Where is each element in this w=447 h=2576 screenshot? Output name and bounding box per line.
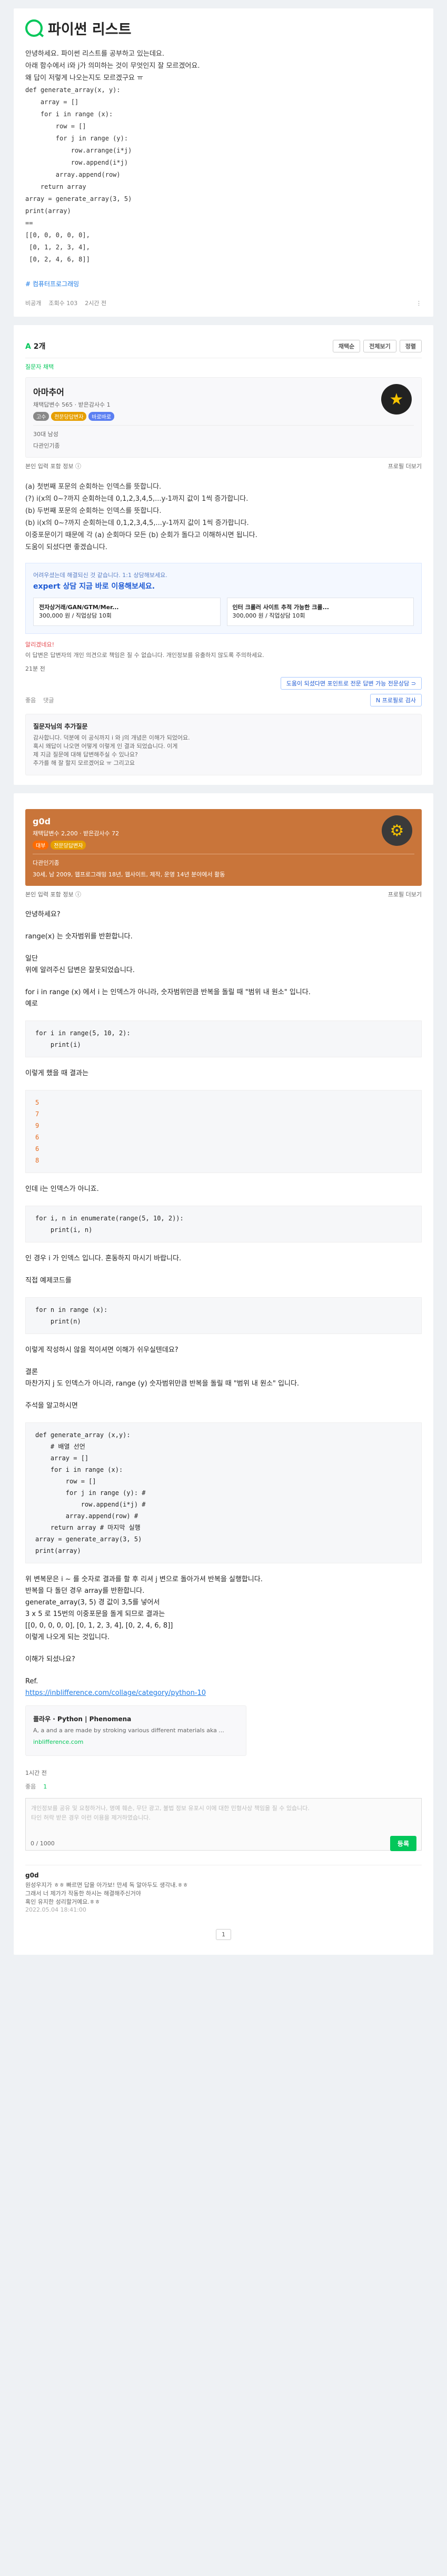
code-block-3: for n in range (x): print(n)	[25, 1297, 422, 1334]
ans2-profile: g0d 채택답변수 2,200 · 받은감사수 72 대부 전문당답변자 다관인…	[25, 809, 422, 886]
ans1-avatar[interactable]: ★	[381, 384, 412, 415]
ref-link[interactable]: https://inblifference.com/collage/catego…	[25, 1688, 422, 1699]
question-q-icon	[25, 19, 43, 37]
code-block-1: for i in range(5, 10, 2): print(i)	[25, 1021, 422, 1057]
ans1-stats: 채택답변수 565 · 받은감사수 1	[33, 401, 111, 408]
followup: 질문자님의 추가질문 감사합니다. 덕분에 이 공식까지 i 와 j의 개념은 …	[25, 714, 422, 775]
question-meta: 비공개 조회수 103 2시간 전 ⋮	[25, 299, 422, 307]
ans1-body: (a) 첫번째 포문의 순회하는 인덱스를 뜻합니다. (?) i(x의 0~?까…	[25, 481, 422, 553]
question-line: 아래 함수에서 i와 j가 의미하는 것이 무엇인지 잘 모르겠어요.	[25, 62, 200, 70]
code-block-4: def generate_array (x,y): # 배열 선언 array …	[25, 1422, 422, 1563]
question-line: for j in range (y):	[25, 135, 128, 142]
question-tag[interactable]: # 컴퓨터프로그래밍	[25, 279, 422, 288]
like-button[interactable]: 좋음	[25, 696, 36, 704]
submit-button[interactable]: 등록	[390, 1836, 416, 1851]
warn-text: 알리겠네요!	[25, 641, 55, 648]
question-line: print(array)	[25, 207, 71, 215]
answers-section: A 2개 채택순 전체보기 정렬 질문자 채택 아마추어 채택답변수 565 ·…	[14, 325, 433, 785]
answer-line: 도움이 되셨다면 좋겠습니다.	[25, 543, 107, 551]
question-line: row.append(i*j)	[25, 159, 128, 166]
time: 2시간 전	[85, 300, 107, 307]
question-title: 파이썬 리스트	[25, 18, 422, 38]
ref-card[interactable]: 플라우 · Python | Phenomena A, a and a are …	[25, 1705, 246, 1756]
question-line: array = generate_array(3, 5)	[25, 195, 132, 203]
ans1-info-1: 다관인기종	[33, 442, 60, 449]
expert-ad[interactable]: 어려우셨는데 해결되신 것 같습니다. 1:1 상담해보세요. expert 상…	[25, 563, 422, 634]
question-body: 안녕하세요. 파이썬 리스트를 공부하고 있는데요. 아래 함수에서 i와 j가 …	[25, 48, 422, 266]
question-line: [0, 1, 2, 3, 4],	[25, 244, 90, 251]
question-line: return array	[25, 183, 86, 190]
answer-line: (b) 두번째 포문의 순회하는 인덱스를 뜻합니다.	[25, 507, 162, 515]
like-button[interactable]: 좋음	[25, 1782, 36, 1791]
question-line: 왜 답이 저렇게 나오는지도 모르겠구요 ㅠ	[25, 74, 143, 82]
ans1-name[interactable]: 아마추어	[33, 385, 414, 398]
question-line: ==	[25, 219, 33, 227]
question-card: 파이썬 리스트 안녕하세요. 파이썬 리스트를 공부하고 있는데요. 아래 함수에…	[14, 8, 433, 317]
page-button[interactable]: 1	[216, 1929, 231, 1940]
ad-card-2[interactable]: 인터 크롤러 사이트 추적 가능한 크롤... 300,000 원 / 직업상담 …	[226, 598, 414, 626]
question-line: [0, 2, 4, 6, 8]]	[25, 256, 90, 263]
ans1-tags: 고수 전문당답변자 바로바로	[33, 412, 414, 421]
ans2-avatar[interactable]: ⚙	[382, 815, 412, 846]
answer2: g0d 채택답변수 2,200 · 받은감사수 72 대부 전문당답변자 다관인…	[14, 793, 433, 1955]
profile-button[interactable]: N 프로필로 검사	[370, 694, 422, 706]
more-icon[interactable]: ⋮	[416, 300, 422, 307]
question-line: array.append(row)	[25, 171, 121, 178]
question-line: array = []	[25, 98, 79, 106]
question-line: def generate_array(x, y):	[25, 86, 121, 94]
question-line: 안녕하세요. 파이썬 리스트를 공부하고 있는데요.	[25, 50, 164, 58]
selected-label: 질문자 채택	[25, 363, 54, 370]
output-block: 5 7 9 6 6 8	[25, 1090, 422, 1173]
author: 비공개	[25, 300, 42, 307]
answer-line: (b) i(x의 0~?까지 순회하는데 0,1,2,3,4,5,...y-1까…	[25, 519, 249, 527]
views: 조회수 103	[48, 300, 78, 307]
comment-count[interactable]: 1	[43, 1783, 47, 1790]
ans1-info-0: 30대 남성	[33, 431, 58, 438]
question-line: for i in range (x):	[25, 110, 113, 118]
ans1-profile: 아마추어 채택답변수 565 · 받은감사수 1 고수 전문당답변자 바로바로 …	[25, 377, 422, 458]
expert-request-button[interactable]: 도움이 되셨다면 포인트로 전문 답변 가능 전문상담 ⊃	[280, 677, 422, 690]
question-line: row = []	[25, 123, 86, 130]
comment-button[interactable]: 댓글	[43, 696, 54, 704]
comment-item: g0d 원성우지가 ㅎㅎ 빠르면 답을 아가보! 만세 독 알아두도 생각내.ㅎ…	[25, 1865, 422, 1913]
answer-line: 이중포문이기 때문에 각 (a) 순회마다 모든 (b) 순회가 돌다고 이해하…	[25, 531, 257, 539]
question-line: [[0, 0, 0, 0, 0],	[25, 231, 90, 239]
order-select[interactable]: 정렬	[399, 340, 422, 352]
view-select[interactable]: 전체보기	[363, 340, 396, 352]
code-block-2: for i, n in enumerate(range(5, 10, 2)): …	[25, 1206, 422, 1242]
answer-line: (?) i(x의 0~?까지 순회하는데 0,1,2,3,4,5,...y-1까…	[25, 495, 249, 503]
ad-card-1[interactable]: 전자상거래/GAN/GTM/Mer... 300,000 원 / 직업상담 10회	[33, 598, 221, 626]
ans2-body: 안녕하세요? range(x) 는 숫자범위를 반환합니다. 일단 위에 알려주…	[25, 909, 422, 1756]
question-line: row.arrange(i*j)	[25, 147, 132, 154]
answers-header: A 2개 채택순 전체보기 정렬	[25, 335, 422, 358]
answer-line: (a) 첫번째 포문의 순회하는 인덱스를 뜻합니다.	[25, 483, 162, 491]
sort-select[interactable]: 채택순	[332, 340, 361, 352]
